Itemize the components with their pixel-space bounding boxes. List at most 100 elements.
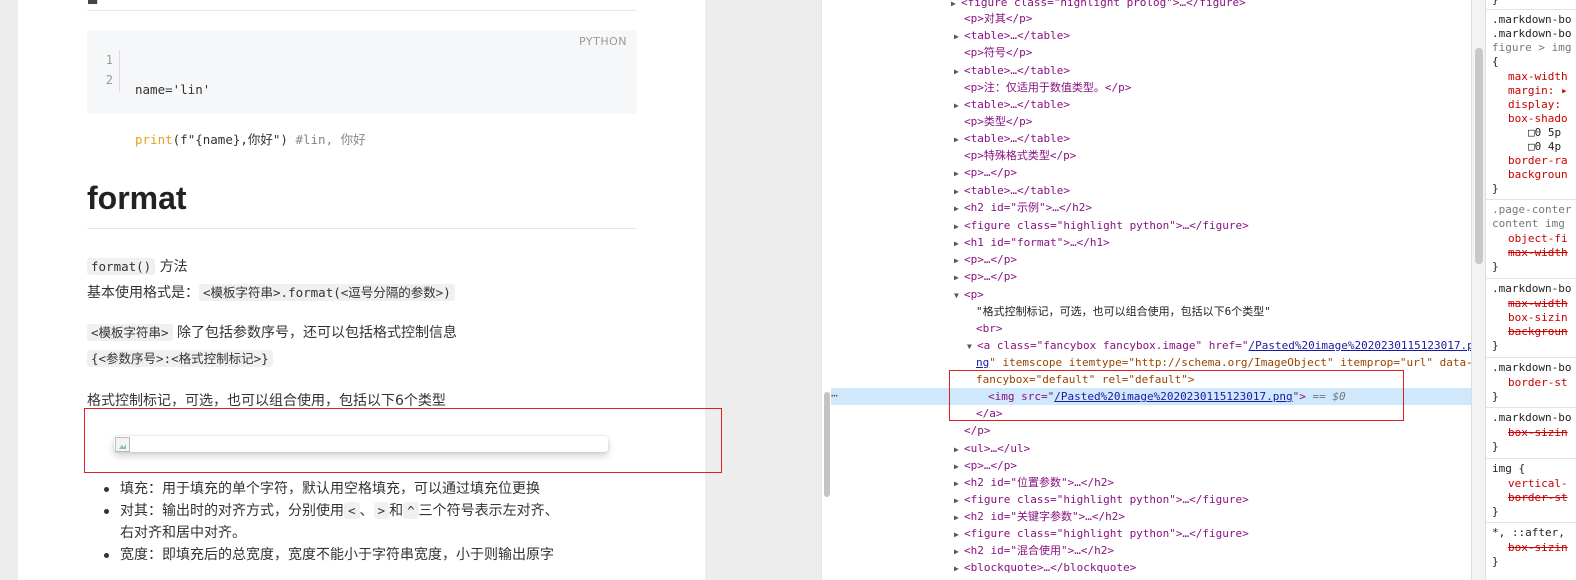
dom-node[interactable]: ▶ <figure class="highlight python">…</fig… [831, 525, 1471, 542]
page-scrollbar-thumb[interactable] [824, 392, 830, 497]
expand-triangle-icon[interactable]: ▶ [954, 441, 964, 458]
list-text: 、 [359, 503, 374, 519]
style-property[interactable]: border-st [1492, 376, 1568, 390]
expand-triangle-icon[interactable]: ▶ [954, 183, 964, 200]
style-property-overridden[interactable]: box-sizin [1508, 426, 1568, 439]
style-brace: } [1492, 505, 1499, 518]
style-property[interactable]: max-width [1492, 246, 1568, 260]
style-property[interactable]: border-ra [1492, 154, 1568, 168]
expand-triangle-icon[interactable]: ▶ [954, 269, 964, 286]
expand-triangle-icon[interactable]: ▶ [954, 475, 964, 492]
expand-triangle-icon[interactable]: ▶ [954, 560, 964, 577]
dom-node[interactable]: ▶ <blockquote>…</blockquote> [831, 559, 1471, 576]
style-value[interactable]: □0 4p [1492, 140, 1561, 154]
expand-triangle-icon[interactable]: ▶ [954, 526, 964, 543]
style-property[interactable]: border-st [1492, 491, 1568, 505]
dom-node[interactable]: ▶ <h2 id="位置参数">…</h2> [831, 474, 1471, 491]
dom-node[interactable]: <p>注：仅适用于数值类型。</p> [831, 79, 1471, 96]
dom-node[interactable]: ▼ <p> [831, 286, 1471, 303]
style-property[interactable]: box-sizin [1492, 541, 1568, 555]
dom-node-continuation[interactable]: ng" itemscope itemtype="http://schema.or… [831, 354, 1471, 371]
expand-triangle-icon[interactable]: ▶ [954, 235, 964, 252]
expand-triangle-icon[interactable]: ▶ [954, 97, 964, 114]
expand-triangle-icon[interactable]: ▶ [954, 509, 964, 526]
code-language-label: PYTHON [579, 35, 627, 48]
style-value[interactable]: □0 5p [1492, 126, 1561, 140]
style-property[interactable]: backgroun [1492, 325, 1568, 339]
left-margin [0, 0, 18, 580]
style-selector[interactable]: .markdown-bo [1492, 411, 1571, 425]
dom-node[interactable]: ▶ <ul>…</ul> [831, 440, 1471, 457]
collapse-triangle-icon[interactable]: ▼ [954, 287, 964, 304]
style-property[interactable]: display: [1492, 98, 1561, 112]
dom-node[interactable]: ▶ <table>…</table> [831, 62, 1471, 79]
style-selector[interactable]: .markdown-bo [1492, 27, 1571, 41]
expand-triangle-icon[interactable]: ▶ [954, 458, 964, 475]
style-selector[interactable]: *, ::after, [1492, 526, 1565, 540]
expand-triangle-icon[interactable]: ▶ [954, 63, 964, 80]
expand-triangle-icon[interactable]: ▶ [954, 492, 964, 509]
style-property[interactable]: max-width [1492, 297, 1568, 311]
style-property-overridden[interactable]: max-width [1508, 297, 1568, 310]
expand-triangle-icon[interactable]: ▶ [954, 218, 964, 235]
style-property[interactable]: backgroun [1492, 168, 1568, 182]
expand-triangle-icon[interactable]: ▶ [954, 131, 964, 148]
dom-node[interactable]: <p>对其</p> [831, 10, 1471, 27]
dom-node[interactable]: ▶ <h2 id="示例">…</h2> [831, 199, 1471, 216]
dom-node-text: <p>…</p> [964, 253, 1017, 266]
expand-triangle-icon[interactable]: ▶ [954, 252, 964, 269]
style-selector[interactable]: .markdown-bo [1492, 361, 1571, 375]
dom-href-link[interactable]: ng [976, 356, 989, 369]
dom-node[interactable]: <br> [831, 320, 1471, 337]
dom-node[interactable]: ▼ <a class="fancybox fancybox.image" href… [831, 337, 1471, 354]
more-options-icon[interactable]: ⋯ [831, 389, 851, 402]
dom-node[interactable]: </p> [831, 422, 1471, 439]
dom-node[interactable]: ▶ <h1 id="format">…</h1> [831, 234, 1471, 251]
elements-scrollbar-thumb[interactable] [1475, 48, 1483, 264]
style-brace: } [1492, 440, 1499, 453]
style-property[interactable]: margin: ▸ [1492, 84, 1568, 98]
dom-node[interactable]: <p>类型</p> [831, 113, 1471, 130]
expand-triangle-icon[interactable]: ▶ [954, 165, 964, 182]
style-selector[interactable]: img { [1492, 462, 1525, 476]
dom-node[interactable]: ▶ <figure class="highlight python">…</fig… [831, 217, 1471, 234]
style-property[interactable]: vertical- [1492, 477, 1568, 491]
dom-node[interactable]: ▶ <figure class="highlight python">…</fig… [831, 491, 1471, 508]
style-selector[interactable]: .markdown-bo [1492, 13, 1571, 27]
expand-triangle-icon[interactable]: ▶ [954, 543, 964, 560]
dom-node[interactable]: ▶ <p>…</p> [831, 164, 1471, 181]
dom-node[interactable]: <p>符号</p> [831, 44, 1471, 61]
collapse-triangle-icon[interactable]: ▼ [967, 338, 977, 355]
style-property[interactable]: box-sizin [1492, 426, 1568, 440]
style-property-overridden[interactable]: backgroun [1508, 325, 1568, 338]
style-selector[interactable]: .page-conter [1492, 203, 1571, 217]
style-property-overridden[interactable]: border-st [1508, 491, 1568, 504]
dom-text-node[interactable]: "格式控制标记，可选，也可以组合使用，包括以下6个类型" [831, 303, 1471, 320]
style-selector[interactable]: figure > img [1492, 41, 1571, 55]
style-selector[interactable]: content img [1492, 217, 1565, 231]
dom-node[interactable]: ▶ <p>…</p> [831, 457, 1471, 474]
page-scrollbar[interactable] [821, 0, 831, 580]
style-property[interactable]: max-width [1492, 70, 1568, 84]
expand-triangle-icon[interactable]: ▶ [954, 200, 964, 217]
dom-node[interactable]: <p>特殊格式类型</p> [831, 147, 1471, 164]
dom-node[interactable]: ▶ <h2 id="关键字参数">…</h2> [831, 508, 1471, 525]
style-property-overridden[interactable]: box-sizin [1508, 541, 1568, 554]
list-item: 宽度：即填充后的总宽度，宽度不能小于字符串宽度，小于则输出原字 [100, 544, 620, 566]
dom-node[interactable]: ▶ <p>…</p> [831, 251, 1471, 268]
dom-node[interactable]: ▶ <table>…</table> [831, 130, 1471, 147]
style-property[interactable]: object-fi [1492, 232, 1568, 246]
dom-node[interactable]: ▶ <table>…</table> [831, 27, 1471, 44]
dom-node[interactable]: ▶ <h2 id="混合使用">…</h2> [831, 542, 1471, 559]
elements-scrollbar[interactable] [1471, 0, 1485, 580]
expand-triangle-icon[interactable]: ▶ [954, 28, 964, 45]
style-property[interactable]: box-shado [1492, 112, 1568, 126]
top-clipped-text: ▬ [87, 0, 99, 8]
style-property-overridden[interactable]: max-width [1508, 246, 1568, 259]
dom-href-link[interactable]: /Pasted%20image%2020230115123017.p [1249, 339, 1471, 352]
dom-node[interactable]: ▶ <p>…</p> [831, 268, 1471, 285]
dom-node[interactable]: ▶ <table>…</table> [831, 96, 1471, 113]
style-selector[interactable]: .markdown-bo [1492, 282, 1571, 296]
dom-node[interactable]: ▶ <table>…</table> [831, 182, 1471, 199]
style-property[interactable]: box-sizin [1492, 311, 1568, 325]
